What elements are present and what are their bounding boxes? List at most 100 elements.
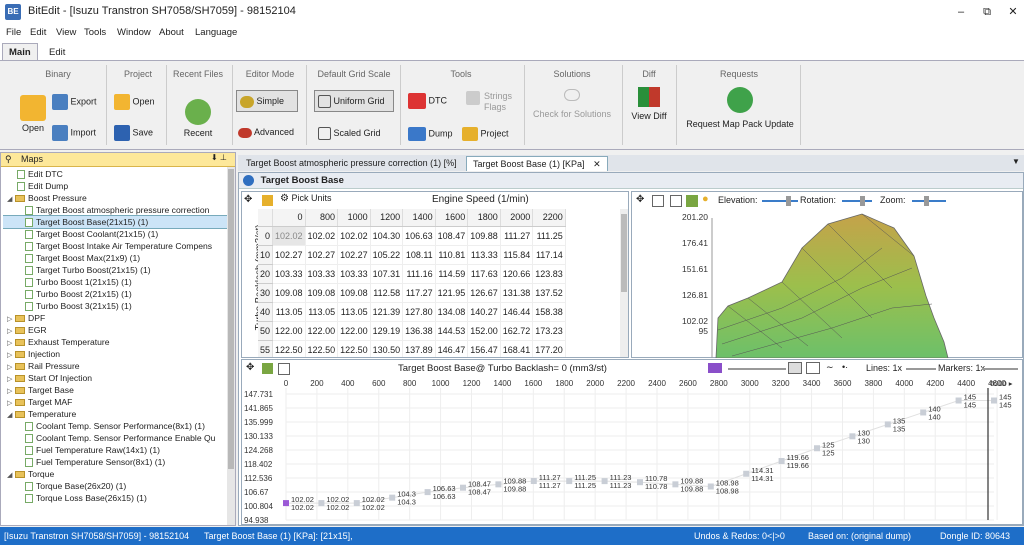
table-cell[interactable]: 111.25: [532, 226, 566, 246]
tree-folder[interactable]: ▷ Exhaust Temperature: [3, 336, 227, 348]
table-cell[interactable]: 102.02: [305, 226, 339, 246]
tree-item[interactable]: Target Boost Intake Air Temperature Comp…: [3, 240, 227, 252]
tree-item[interactable]: Turbo Boost 2(21x15) (1): [3, 288, 227, 300]
table-cell[interactable]: 111.16: [402, 264, 436, 284]
table-cell[interactable]: 110.81: [435, 245, 469, 265]
column-header[interactable]: 1400: [402, 209, 436, 227]
close-icon[interactable]: ✕: [998, 3, 1024, 21]
tree-item[interactable]: Torque Loss Base(26x15) (1): [3, 492, 227, 504]
tree-item[interactable]: Fuel Temperature Sensor(8x1) (1): [3, 456, 227, 468]
grid-toggle-icon[interactable]: [788, 362, 802, 374]
menu-about[interactable]: About: [159, 27, 184, 38]
tree-folder[interactable]: ◢ Boost Pressure: [3, 192, 227, 204]
scaled-grid-button[interactable]: Scaled Grid: [318, 127, 381, 140]
table-cell[interactable]: 108.47: [435, 226, 469, 246]
tree-folder[interactable]: ▷ Target MAF: [3, 396, 227, 408]
table-cell[interactable]: 144.53: [435, 321, 469, 341]
tree-folder[interactable]: ▷ EGR: [3, 324, 227, 336]
menu-language[interactable]: Language: [195, 27, 237, 38]
table-cell[interactable]: 113.05: [305, 302, 339, 322]
column-header[interactable]: 2200: [532, 209, 566, 227]
lines-slider[interactable]: [906, 368, 936, 370]
row-header[interactable]: 20: [258, 264, 273, 284]
column-header[interactable]: 1000: [337, 209, 371, 227]
tools-project-button[interactable]: Project: [462, 127, 509, 141]
row-header[interactable]: 10: [258, 245, 273, 265]
tree-folder[interactable]: ▷ Injection: [3, 348, 227, 360]
table-cell[interactable]: 103.33: [272, 264, 306, 284]
project-open-button[interactable]: Open: [114, 94, 155, 110]
uniform-grid-button[interactable]: Uniform Grid: [314, 90, 394, 112]
table-cell[interactable]: 109.08: [272, 283, 306, 303]
tree-item[interactable]: Target Boost Base(21x15) (1): [3, 215, 227, 229]
table-cell[interactable]: 122.00: [272, 321, 306, 341]
pin-icon[interactable]: ⬇ ⊥: [211, 153, 227, 162]
row-header[interactable]: 0: [258, 226, 273, 246]
table-cell[interactable]: 122.00: [337, 321, 371, 341]
rotation-slider[interactable]: [842, 200, 872, 202]
column-header[interactable]: 1800: [467, 209, 501, 227]
search-icon[interactable]: ⚲: [5, 154, 12, 165]
zoom-slider[interactable]: [912, 200, 946, 202]
table-v-scrollbar-thumb[interactable]: [621, 214, 627, 292]
table-cell[interactable]: 121.95: [435, 283, 469, 303]
zoom-slider-thumb[interactable]: [924, 196, 929, 206]
advanced-mode-button[interactable]: Advanced: [238, 127, 294, 138]
chart-grid-icon[interactable]: [278, 363, 290, 375]
recent-button[interactable]: Recent: [182, 99, 214, 138]
table-cell[interactable]: 113.05: [272, 302, 306, 322]
tab-edit[interactable]: Edit: [42, 43, 72, 60]
chart-color-icon[interactable]: [262, 363, 273, 374]
column-header[interactable]: 1200: [370, 209, 404, 227]
tree-item[interactable]: Turbo Boost 3(21x15) (1): [3, 300, 227, 312]
table-cell[interactable]: 111.27: [500, 226, 534, 246]
tree-item[interactable]: Edit DTC: [3, 168, 227, 180]
table-cell[interactable]: 122.50: [337, 340, 371, 357]
binary-open-button[interactable]: Open: [20, 95, 46, 133]
row-header[interactable]: 50: [258, 321, 273, 341]
dtc-button[interactable]: DTC: [408, 93, 447, 109]
table-cell[interactable]: 137.89: [402, 340, 436, 357]
row-header[interactable]: 40: [258, 302, 273, 322]
tabs-dropdown-icon[interactable]: ▼: [1012, 157, 1020, 166]
table-cell[interactable]: 126.67: [467, 283, 501, 303]
table-cell[interactable]: 117.63: [467, 264, 501, 284]
tree-item[interactable]: Fuel Temperature Raw(14x1) (1): [3, 444, 227, 456]
table-cell[interactable]: 122.50: [272, 340, 306, 357]
table-cell[interactable]: 117.27: [402, 283, 436, 303]
maps-scrollbar-thumb[interactable]: [228, 169, 234, 469]
table-cell[interactable]: 109.88: [467, 226, 501, 246]
table-cell[interactable]: 102.02: [272, 226, 306, 246]
collapse-icon[interactable]: ◢: [7, 410, 15, 422]
table-cell[interactable]: 112.58: [370, 283, 404, 303]
table-cell[interactable]: 102.27: [337, 245, 371, 265]
color-grid-icon[interactable]: [262, 195, 273, 206]
markers-style-icon[interactable]: •·: [842, 362, 848, 372]
import-button[interactable]: Import: [52, 125, 96, 141]
move-icon[interactable]: ✥: [636, 194, 644, 205]
table-cell[interactable]: 123.83: [532, 264, 566, 284]
table-cell[interactable]: 146.47: [435, 340, 469, 357]
tree-item[interactable]: Coolant Temp. Sensor Performance(8x1) (1…: [3, 420, 227, 432]
line-chart[interactable]: 0 200 400 600 800 1000 1200 1400 1600 1800 2000 220…: [242, 376, 1022, 524]
tree-folder[interactable]: ▷ DPF: [3, 312, 227, 324]
line-style-icon[interactable]: [806, 362, 820, 374]
table-cell[interactable]: 137.52: [532, 283, 566, 303]
tree-folder[interactable]: ◢ Temperature: [3, 408, 227, 420]
table-cell[interactable]: 117.14: [532, 245, 566, 265]
table-cell[interactable]: 115.84: [500, 245, 534, 265]
table-cell[interactable]: 134.08: [435, 302, 469, 322]
row-header[interactable]: 55: [258, 340, 273, 357]
menu-file[interactable]: File: [6, 27, 21, 38]
tree-item[interactable]: Target Boost Max(21x9) (1): [3, 252, 227, 264]
table-cell[interactable]: 122.00: [305, 321, 339, 341]
table-cell[interactable]: 177.20: [532, 340, 566, 357]
table-cell[interactable]: 121.39: [370, 302, 404, 322]
tree-folder[interactable]: ▷ Rail Pressure: [3, 360, 227, 372]
column-header[interactable]: 800: [305, 209, 339, 227]
table-cell[interactable]: 130.50: [370, 340, 404, 357]
move-icon[interactable]: ✥: [246, 362, 254, 373]
table-view-icon[interactable]: [652, 195, 664, 207]
table-cell[interactable]: 102.27: [272, 245, 306, 265]
dump-button[interactable]: Dump: [408, 127, 453, 141]
